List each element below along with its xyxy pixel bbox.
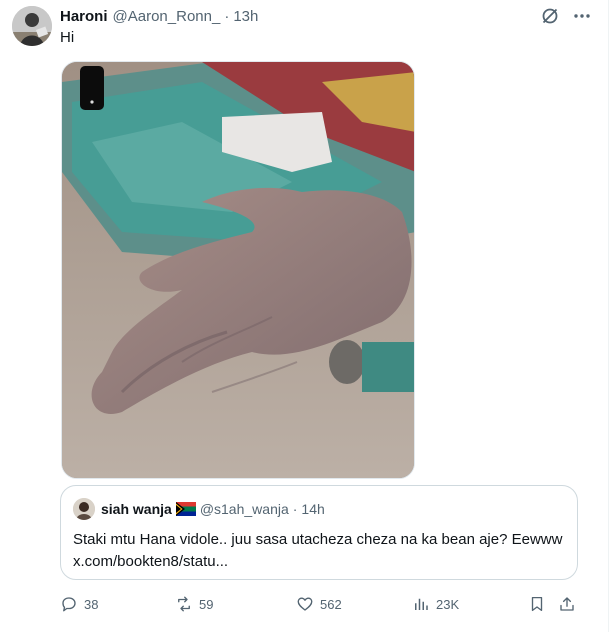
views-count: 23K <box>436 596 460 612</box>
analytics-icon <box>415 598 428 610</box>
bookmark-icon <box>531 596 543 612</box>
share-icon <box>560 597 574 611</box>
quoted-author-name[interactable]: siah wanja <box>101 501 172 517</box>
quoted-author-handle[interactable]: @s1ah_wanja <box>200 501 289 517</box>
heart-icon <box>297 597 313 611</box>
repost-icon <box>178 596 190 612</box>
quoted-separator-dot: · <box>292 501 298 517</box>
author-handle[interactable]: @Aaron_Ronn_ <box>113 8 221 25</box>
tweet-top-icons <box>540 6 592 26</box>
repost-button[interactable]: 59 <box>175 593 213 615</box>
views-button[interactable]: 23K <box>412 593 459 615</box>
quoted-timestamp[interactable]: 14h <box>301 501 324 517</box>
like-count: 562 <box>320 596 342 612</box>
south-africa-flag-icon <box>175 502 196 516</box>
author-name[interactable]: Haroni <box>60 8 108 25</box>
tweet-text: Hi <box>60 29 75 46</box>
repost-count: 59 <box>199 596 214 612</box>
avatar-image <box>12 6 52 46</box>
quoted-tweet-text: Staki mtu Hana vidole.. juu sasa utachez… <box>73 531 563 570</box>
quoted-tweet-header: siah wanja @s1ah_wanja · 14h <box>73 498 325 520</box>
media-photo <box>62 62 414 478</box>
reply-button[interactable]: 38 <box>60 593 98 615</box>
quoted-tweet[interactable]: siah wanja @s1ah_wanja · 14h Staki mtu H… <box>60 485 578 580</box>
more-icon[interactable] <box>572 6 592 26</box>
timestamp[interactable]: 13h <box>233 8 258 25</box>
tweet-actions: 38 59 562 23K <box>60 593 582 615</box>
avatar[interactable] <box>12 6 52 46</box>
reply-icon <box>62 597 76 612</box>
grok-icon[interactable] <box>540 6 560 26</box>
quoted-avatar[interactable] <box>73 498 95 520</box>
separator-dot: · <box>224 7 230 25</box>
share-button[interactable] <box>558 593 576 615</box>
bookmark-button[interactable] <box>528 593 546 615</box>
like-button[interactable]: 562 <box>296 593 342 615</box>
tweet[interactable]: Haroni @Aaron_Ronn_ · 13h Hi siah wanja … <box>0 0 609 632</box>
reply-count: 38 <box>84 596 99 612</box>
tweet-header: Haroni @Aaron_Ronn_ · 13h <box>60 6 258 26</box>
tweet-media[interactable] <box>61 61 415 479</box>
